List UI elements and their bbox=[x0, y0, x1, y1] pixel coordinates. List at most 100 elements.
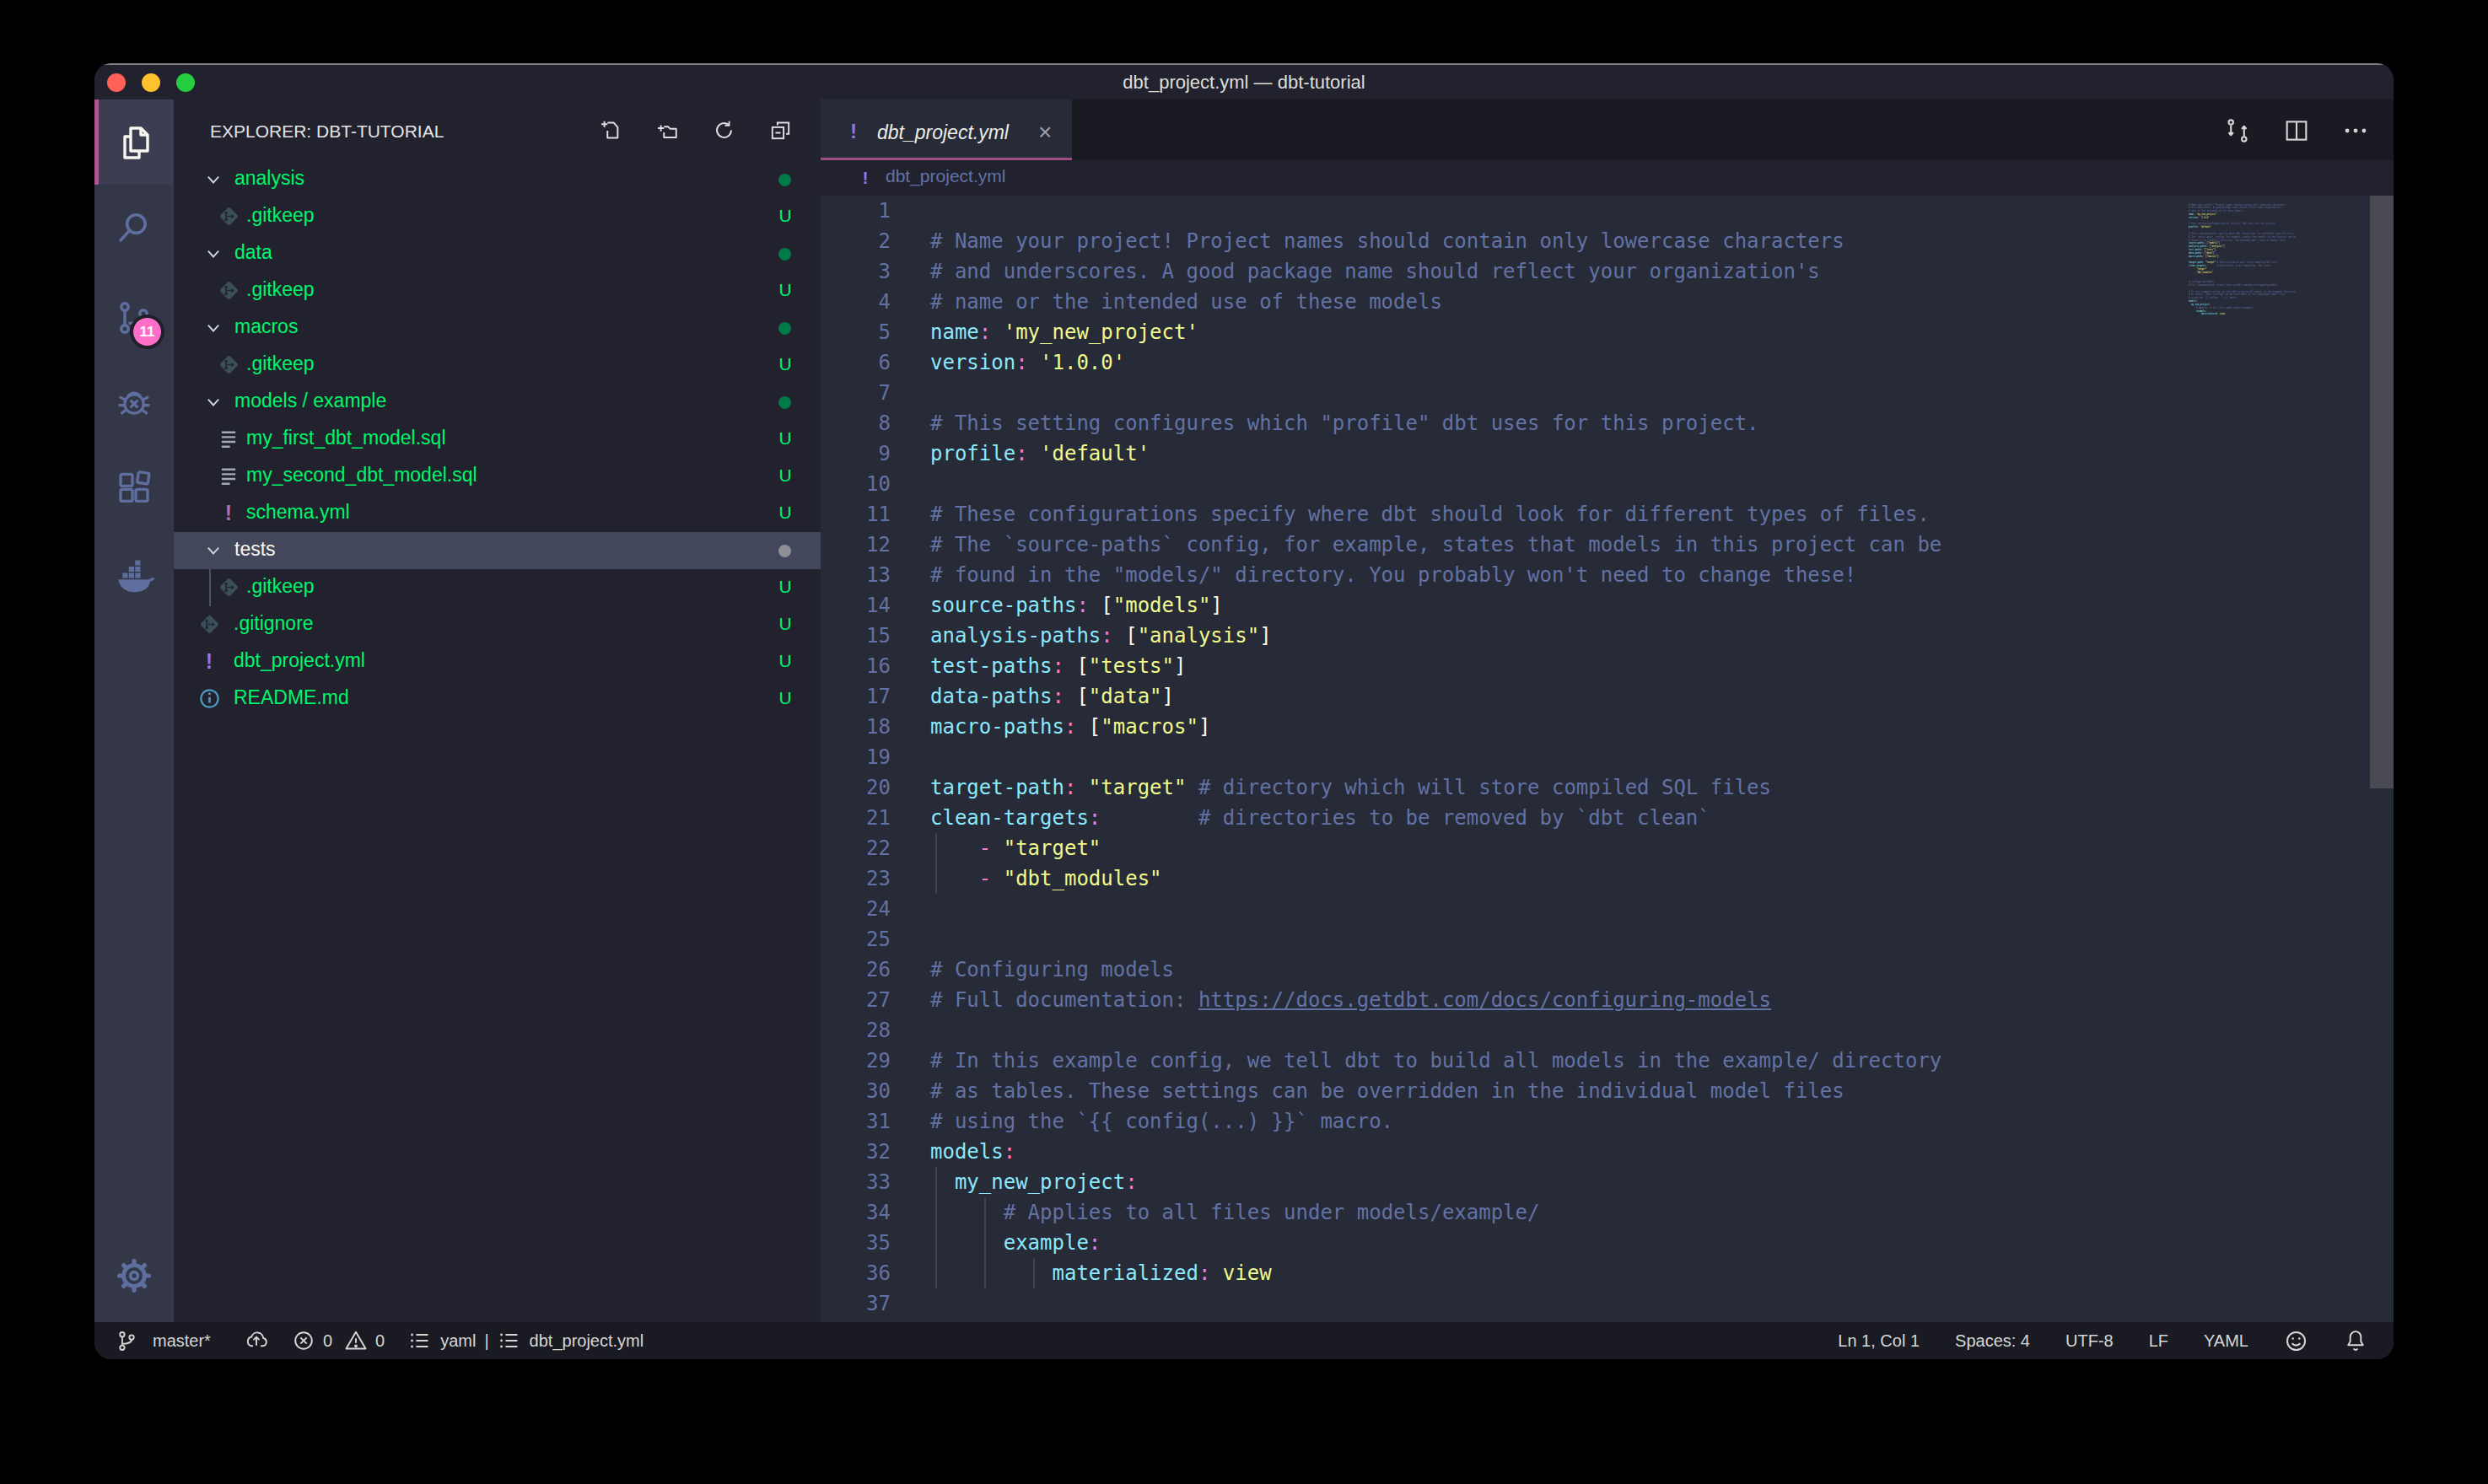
tab-dbt-project-yml[interactable]: ! dbt_project.yml × bbox=[821, 99, 1072, 160]
language-mode[interactable]: YAML bbox=[2204, 1331, 2248, 1351]
line-number: 30 bbox=[821, 1076, 891, 1106]
git-untracked-badge: U bbox=[777, 503, 794, 523]
git-untracked-badge: U bbox=[777, 651, 794, 671]
tab-warning-icon: ! bbox=[843, 121, 864, 142]
tree-item-models-example[interactable]: models / example bbox=[174, 384, 821, 421]
warning-file-icon: ! bbox=[218, 502, 240, 524]
line-number: 7 bbox=[821, 378, 891, 408]
line-number: 35 bbox=[821, 1228, 891, 1258]
activity-bar: 11 bbox=[94, 99, 174, 1322]
activity-explorer[interactable] bbox=[94, 99, 174, 185]
split-editor-icon[interactable] bbox=[2282, 116, 2311, 145]
indentation[interactable]: Spaces: 4 bbox=[1955, 1331, 2030, 1351]
warnings-count[interactable]: 0 bbox=[375, 1331, 385, 1351]
code-line-32: models: bbox=[930, 1137, 1015, 1167]
sync-icon[interactable] bbox=[245, 1329, 268, 1352]
sql-file-icon bbox=[218, 427, 240, 449]
refresh-icon[interactable] bbox=[712, 118, 736, 142]
line-number: 4 bbox=[821, 287, 891, 317]
compare-changes-icon[interactable] bbox=[2223, 116, 2252, 145]
tree-item-tests[interactable]: tests bbox=[174, 532, 821, 569]
more-actions-icon[interactable] bbox=[2341, 116, 2370, 145]
line-number: 1 bbox=[821, 196, 891, 226]
code-line-20: target-path: "target" # directory which … bbox=[930, 772, 1771, 803]
feedback-smiley-icon[interactable] bbox=[2284, 1329, 2308, 1353]
line-number: 22 bbox=[821, 833, 891, 863]
code-line-33: my_new_project: bbox=[930, 1167, 1138, 1197]
dbt-status-icon[interactable] bbox=[498, 1329, 521, 1352]
activity-docker[interactable] bbox=[94, 532, 174, 617]
dbt-status-label[interactable]: dbt_project.yml bbox=[530, 1331, 644, 1351]
code-line-4: # name or the intended use of these mode… bbox=[930, 287, 1442, 317]
minimap[interactable]: # Name your project! Project names shoul… bbox=[2189, 200, 2344, 1212]
errors-count[interactable]: 0 bbox=[323, 1331, 332, 1351]
breadcrumb-warning-icon: ! bbox=[854, 163, 876, 193]
activity-search[interactable] bbox=[94, 185, 174, 270]
warnings-icon[interactable] bbox=[344, 1329, 368, 1352]
code-line-27: # Full documentation: https://docs.getdb… bbox=[930, 985, 1771, 1015]
line-number: 2 bbox=[821, 226, 891, 256]
vertical-scrollbar[interactable] bbox=[2370, 196, 2394, 788]
activity-extensions[interactable] bbox=[94, 446, 174, 531]
tree-item-dbt-project-yml[interactable]: !dbt_project.ymlU bbox=[174, 643, 821, 680]
tab-close-icon[interactable]: × bbox=[1038, 119, 1052, 146]
activity-source-control[interactable] bbox=[94, 275, 174, 360]
git-untracked-badge: U bbox=[777, 465, 794, 486]
code-area[interactable]: 1234567891011121314151617181920212223242… bbox=[821, 196, 2394, 1322]
code-line-8: # This setting configures which "profile… bbox=[930, 408, 1759, 438]
eol-sequence[interactable]: LF bbox=[2149, 1331, 2168, 1351]
tree-item-schema-yml[interactable]: !schema.ymlU bbox=[174, 495, 821, 532]
git-untracked-badge: U bbox=[777, 206, 794, 226]
git-untracked-badge: U bbox=[777, 354, 794, 374]
window-title: dbt_project.yml — dbt-tutorial bbox=[94, 63, 2394, 99]
tree-item-my-first-dbt-model-sql[interactable]: my_first_dbt_model.sqlU bbox=[174, 421, 821, 458]
new-file-icon[interactable] bbox=[599, 118, 623, 142]
code-line-29: # In this example config, we tell dbt to… bbox=[930, 1046, 1941, 1076]
tree-item--gitkeep[interactable]: .gitkeepU bbox=[174, 198, 821, 235]
tree-item-macros[interactable]: macros bbox=[174, 309, 821, 347]
yaml-status-icon[interactable] bbox=[408, 1329, 432, 1352]
line-number: 24 bbox=[821, 894, 891, 924]
notifications-bell-icon[interactable] bbox=[2344, 1329, 2367, 1352]
code-line-16: test-paths: ["tests"] bbox=[930, 651, 1186, 681]
code-line-31: # using the `{{ config(...) }}` macro. bbox=[930, 1106, 1393, 1137]
git-file-icon bbox=[218, 205, 240, 228]
encoding[interactable]: UTF-8 bbox=[2065, 1331, 2114, 1351]
chevron-down-icon bbox=[204, 541, 223, 560]
tree-item--gitkeep[interactable]: .gitkeepU bbox=[174, 347, 821, 384]
editor-group: ! dbt_project.yml × ! dbt_project.yml 12… bbox=[821, 99, 2394, 1322]
line-number: 8 bbox=[821, 408, 891, 438]
errors-icon[interactable] bbox=[292, 1329, 315, 1352]
tree-item-readme-md[interactable]: README.mdU bbox=[174, 680, 821, 718]
status-divider: | bbox=[484, 1331, 488, 1351]
line-number: 34 bbox=[821, 1197, 891, 1228]
git-branch-icon[interactable] bbox=[116, 1330, 138, 1352]
tree-item-analysis[interactable]: analysis bbox=[174, 161, 821, 198]
explorer-title: EXPLORER: DBT-TUTORIAL bbox=[210, 121, 444, 142]
chevron-down-icon bbox=[204, 170, 223, 189]
tree-item--gitkeep[interactable]: .gitkeepU bbox=[174, 569, 821, 606]
line-number: 9 bbox=[821, 438, 891, 469]
branch-label[interactable]: master* bbox=[153, 1331, 211, 1351]
line-number: 15 bbox=[821, 621, 891, 651]
tree-item-my-second-dbt-model-sql[interactable]: my_second_dbt_model.sqlU bbox=[174, 458, 821, 495]
activity-debug[interactable] bbox=[94, 359, 174, 444]
git-untracked-badge: U bbox=[777, 688, 794, 708]
tree-item--gitkeep[interactable]: .gitkeepU bbox=[174, 272, 821, 309]
code-line-12: # The `source-paths` config, for example… bbox=[930, 530, 1941, 560]
yaml-status-label[interactable]: yaml bbox=[440, 1331, 476, 1351]
git-folder-dot bbox=[778, 322, 791, 335]
line-number: 19 bbox=[821, 742, 891, 772]
line-number: 23 bbox=[821, 863, 891, 894]
breadcrumb-item[interactable]: dbt_project.yml bbox=[886, 166, 1005, 186]
collapse-all-icon[interactable] bbox=[768, 118, 793, 142]
activity-settings[interactable] bbox=[94, 1233, 174, 1318]
cursor-position[interactable]: Ln 1, Col 1 bbox=[1838, 1331, 1920, 1351]
tree-item-data[interactable]: data bbox=[174, 235, 821, 272]
code-line-13: # found in the "models/" directory. You … bbox=[930, 560, 1856, 590]
tree-item--gitignore[interactable]: .gitignoreU bbox=[174, 606, 821, 643]
code-line-21: clean-targets: # directories to be remov… bbox=[930, 803, 1710, 833]
breadcrumbs[interactable]: ! dbt_project.yml bbox=[821, 160, 2394, 196]
new-folder-icon[interactable] bbox=[655, 118, 680, 142]
editor-indent-guide bbox=[935, 833, 937, 894]
